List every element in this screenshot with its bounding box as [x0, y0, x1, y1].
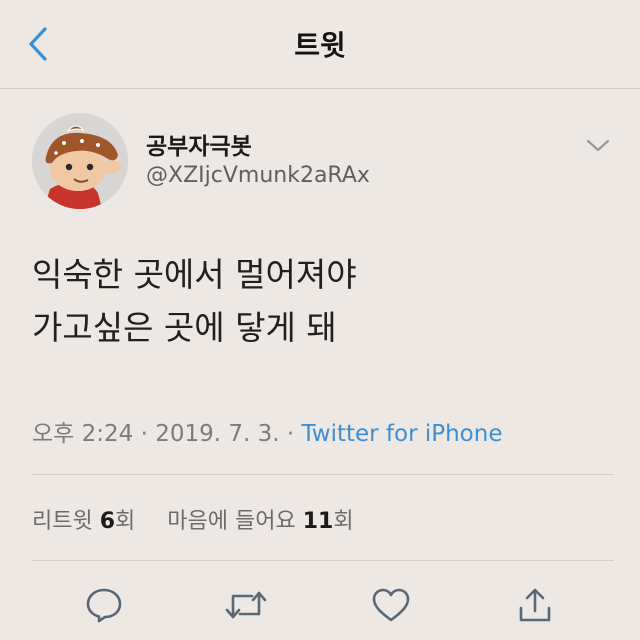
- retweets-stat[interactable]: 리트윗 6회: [32, 509, 142, 534]
- share-icon: [519, 588, 551, 622]
- tweet-time: 오후 2:24: [32, 421, 134, 447]
- author-handle[interactable]: @XZIjcVmunk2aRAx: [146, 163, 370, 188]
- tweet-text: 익숙한 곳에서 멀어져야 가고싶은 곳에 닿게 돼: [32, 248, 612, 354]
- likes-count: 11: [302, 509, 334, 534]
- retweets-count: 6: [99, 509, 116, 534]
- tweet-stats: 리트윗 6회 마음에 들어요 11회: [32, 503, 354, 535]
- likes-label: 마음에 들어요: [167, 509, 296, 534]
- divider: [32, 560, 614, 561]
- retweet-button[interactable]: [224, 585, 268, 625]
- retweets-unit: 회: [115, 509, 136, 534]
- avatar[interactable]: [32, 113, 128, 209]
- tweet-menu-button[interactable]: [585, 136, 611, 156]
- tweet-actions: [0, 583, 640, 629]
- divider: [32, 474, 614, 475]
- likes-unit: 회: [333, 509, 354, 534]
- tweet-line: 익숙한 곳에서 멀어져야: [32, 255, 357, 294]
- reply-button[interactable]: [82, 585, 126, 625]
- author-display-name[interactable]: 공부자극봇: [146, 127, 252, 161]
- tweet-meta: 오후 2:24 · 2019. 7. 3. · Twitter for iPho…: [32, 414, 503, 448]
- chevron-down-icon: [586, 139, 610, 152]
- retweet-icon: [225, 591, 267, 619]
- share-button[interactable]: [513, 585, 557, 625]
- meta-separator: ·: [286, 421, 295, 447]
- likes-stat[interactable]: 마음에 들어요 11회: [167, 509, 353, 534]
- top-nav-bar: 트윗: [0, 0, 640, 89]
- tweet-source-link[interactable]: Twitter for iPhone: [302, 421, 503, 447]
- meta-separator: ·: [140, 421, 148, 447]
- like-button[interactable]: [369, 585, 413, 625]
- tweet-date: 2019. 7. 3.: [155, 421, 280, 447]
- tweet-line: 가고싶은 곳에 닿게 돼: [32, 308, 337, 347]
- reply-icon: [86, 588, 122, 623]
- retweets-label: 리트윗: [32, 509, 93, 534]
- like-icon: [372, 588, 410, 622]
- avatar-illustration: [32, 113, 128, 209]
- page-title: 트윗: [294, 29, 346, 62]
